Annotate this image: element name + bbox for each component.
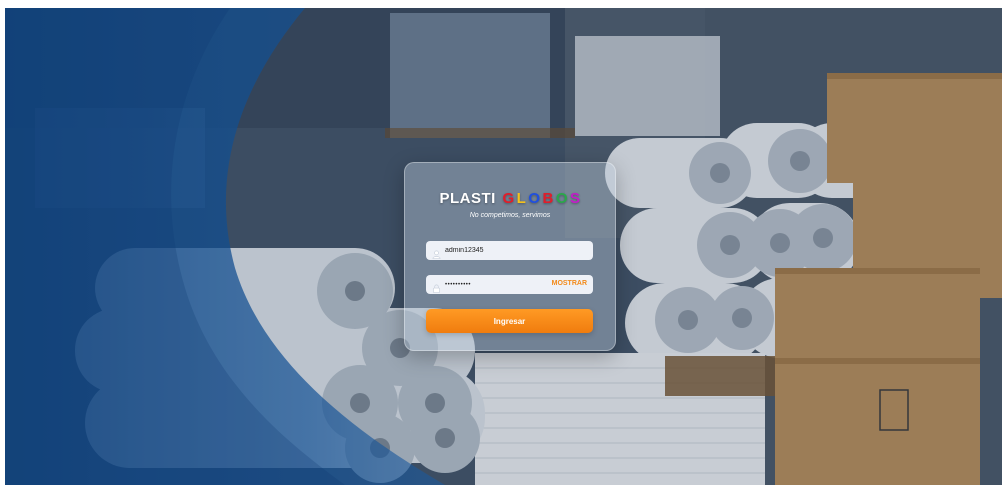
login-submit-button[interactable]: Ingresar: [426, 309, 593, 333]
password-field[interactable]: MOSTRAR: [426, 275, 593, 294]
brand-letter: S: [570, 190, 581, 207]
brand-letter: G: [502, 190, 515, 207]
brand-logo: PLASTI GLOBOS: [405, 190, 615, 207]
brand-prefix: PLASTI: [439, 190, 496, 207]
brand-letter: O: [555, 190, 569, 207]
lock-icon: [432, 280, 441, 293]
username-input[interactable]: [445, 241, 565, 260]
show-password-button[interactable]: MOSTRAR: [552, 280, 587, 287]
username-field[interactable]: [426, 241, 593, 260]
brand-letter: L: [516, 190, 527, 207]
brand-slogan: No competimos, servimos: [469, 212, 551, 219]
page-frame: PLASTI GLOBOS No competimos, servimos MO: [5, 8, 1002, 485]
brand-letter: B: [542, 190, 554, 207]
password-input[interactable]: [445, 275, 565, 294]
user-icon: [432, 246, 441, 259]
brand-letter: O: [528, 190, 541, 207]
login-card: PLASTI GLOBOS No competimos, servimos MO: [404, 162, 616, 351]
